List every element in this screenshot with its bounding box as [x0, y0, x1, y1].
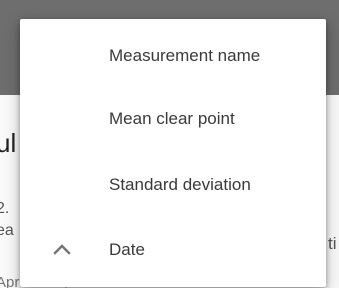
background-text-fragment-1: 2.	[0, 200, 10, 217]
chevron-up-icon	[51, 238, 73, 260]
menu-item-label: Standard deviation	[109, 175, 251, 194]
menu-item-measurement-name[interactable]: Measurement name	[20, 23, 326, 89]
menu-item-label: Measurement name	[109, 46, 261, 65]
background-text-fragment-2: ea	[0, 222, 14, 239]
sort-menu: Measurement name Mean clear point Standa…	[20, 19, 326, 287]
background-title-fragment: ul	[0, 128, 17, 158]
menu-item-standard-deviation[interactable]: Standard deviation	[20, 152, 326, 218]
menu-item-label: Date	[109, 240, 145, 259]
menu-item-date[interactable]: Date	[20, 217, 326, 283]
menu-item-mean-clear-point[interactable]: Mean clear point	[20, 86, 326, 152]
menu-item-label: Mean clear point	[109, 109, 235, 128]
background-text-fragment-right: ti	[328, 234, 337, 253]
